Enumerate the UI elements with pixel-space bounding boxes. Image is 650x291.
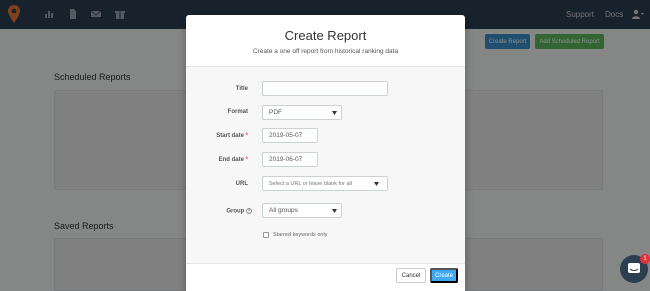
chevron-down-icon bbox=[374, 182, 379, 186]
starred-keywords-label: Starred keywords only bbox=[273, 232, 328, 238]
create-button[interactable]: Create bbox=[430, 268, 458, 283]
modal-title: Create Report bbox=[284, 28, 367, 43]
modal-subtitle: Create a one off report from historical … bbox=[252, 48, 399, 55]
modal-header: Create Report Create a one off report fr… bbox=[186, 15, 465, 67]
start-date-label: Start date * bbox=[216, 133, 248, 139]
format-label: Format bbox=[227, 109, 248, 115]
start-date-input[interactable]: 2019-05-07 bbox=[262, 128, 318, 143]
url-placeholder: Select a URL or leave blank for all bbox=[269, 180, 352, 187]
group-select[interactable]: All groups bbox=[262, 203, 342, 218]
title-label: Title bbox=[235, 86, 248, 92]
group-value: All groups bbox=[269, 207, 298, 214]
url-select[interactable]: Select a URL or leave blank for all bbox=[262, 176, 388, 191]
required-mark: * bbox=[245, 133, 248, 139]
chevron-down-icon bbox=[332, 111, 337, 115]
url-label: URL bbox=[235, 181, 248, 187]
notification-badge: 1 bbox=[640, 254, 650, 264]
end-date-input[interactable]: 2019-06-07 bbox=[262, 152, 318, 167]
cancel-button[interactable]: Cancel bbox=[396, 268, 426, 283]
title-input[interactable] bbox=[262, 81, 388, 96]
format-value: PDF bbox=[269, 109, 282, 116]
chat-icon bbox=[628, 263, 640, 273]
starred-keywords-checkbox[interactable] bbox=[263, 232, 269, 238]
group-label: Group bbox=[200, 208, 252, 215]
end-date-label: End date * bbox=[218, 157, 248, 163]
required-mark: * bbox=[245, 157, 248, 163]
help-circle-icon[interactable] bbox=[246, 208, 252, 214]
create-report-modal: Create Report Create a one off report fr… bbox=[186, 15, 465, 291]
format-select[interactable]: PDF bbox=[262, 105, 342, 120]
chevron-down-icon bbox=[332, 209, 337, 213]
